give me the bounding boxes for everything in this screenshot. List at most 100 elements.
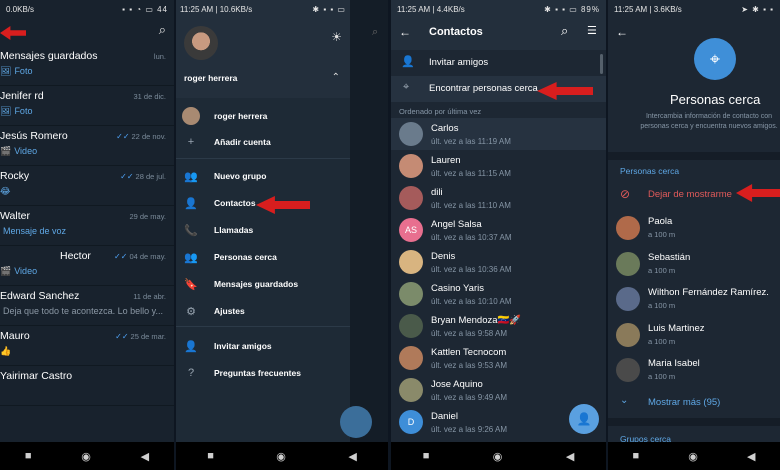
- menu-arrow-annotation: [0, 26, 26, 40]
- drawer-item-label: Nuevo grupo: [214, 171, 267, 181]
- divider: [608, 152, 780, 160]
- chat-preview-text: Video: [14, 266, 38, 276]
- drawer-item[interactable]: 👥 Personas cerca: [176, 245, 350, 269]
- chat-date: ✓✓ 25 de mar.: [115, 332, 166, 341]
- add-account-item[interactable]: + Añadir cuenta: [176, 130, 350, 154]
- back-arrow-icon[interactable]: ←: [616, 25, 628, 39]
- drawer-header: 11:25 AM | 10.6KB/s ✱ ▪ ▪ ▭ ☀ roger herr…: [176, 0, 350, 98]
- chat-date: ✓✓ 04 de may.: [114, 252, 166, 261]
- people-nearby-icon: 👥: [184, 251, 198, 264]
- drawer-item[interactable]: 🔖 Mensajes guardados: [176, 272, 350, 296]
- read-ticks-icon: ✓✓: [116, 132, 130, 141]
- bookmark-icon: 🔖: [184, 278, 198, 291]
- nav-home-icon[interactable]: ◉: [493, 450, 503, 463]
- nav-back-icon[interactable]: ◀: [747, 450, 755, 463]
- back-arrow-icon[interactable]: ←: [399, 25, 411, 39]
- read-ticks-icon: ✓✓: [115, 332, 129, 341]
- drawer-item-label: Llamadas: [214, 225, 254, 235]
- contact-row[interactable]: Denis últ. vez a las 10:36 AM: [391, 246, 606, 278]
- chat-date: [164, 372, 166, 381]
- nav-recents-icon[interactable]: ■: [633, 450, 640, 462]
- nav-back-icon[interactable]: ◀: [141, 450, 149, 463]
- nav-recents-icon[interactable]: ■: [423, 450, 430, 462]
- chat-row[interactable]: Yairimar Castro: [0, 366, 174, 406]
- nearby-person-row[interactable]: Wilthon Fernández Ramírez. a 100 m: [608, 281, 780, 317]
- contact-row[interactable]: AS Angel Salsa últ. vez a las 10:37 AM: [391, 214, 606, 246]
- contacts-panel: 11:25 AM | 4.4KB/s ✱ ▪ ▪ ▭ 89% ← Contact…: [391, 0, 606, 470]
- nav-back-icon[interactable]: ◀: [348, 450, 356, 463]
- drawer-item[interactable]: 👥 Nuevo grupo: [176, 164, 350, 188]
- avatar: [399, 154, 423, 178]
- chat-name: Yairimar Castro: [0, 370, 73, 382]
- nav-recents-icon[interactable]: ■: [207, 450, 214, 462]
- drawer-item[interactable]: ⚙ Ajustes: [176, 299, 350, 323]
- search-icon[interactable]: ⌕: [159, 22, 166, 38]
- description: Intercambia información de contacto con …: [640, 113, 778, 130]
- person-distance: a 100 m: [648, 336, 676, 346]
- nearby-person-row[interactable]: Maria Isabel a 100 m: [608, 352, 780, 388]
- media-icon: 🎬: [0, 146, 12, 156]
- status-bar: 11:25 AM | 10.6KB/s ✱ ▪ ▪ ▭: [176, 0, 350, 18]
- drawer-item-label: Mensajes guardados: [214, 279, 299, 289]
- chat-date-text: lun.: [153, 52, 166, 61]
- nav-back-icon[interactable]: ◀: [566, 450, 574, 463]
- toolbar: ⌕: [0, 18, 174, 46]
- avatar[interactable]: [184, 26, 218, 60]
- account-item[interactable]: roger herrera: [176, 104, 350, 128]
- nearby-person-row[interactable]: Sebastián a 100 m: [608, 246, 780, 282]
- nav-home-icon[interactable]: ◉: [276, 450, 286, 463]
- contact-name: Jose Aquino: [431, 379, 483, 390]
- nav-home-icon[interactable]: ◉: [688, 450, 698, 463]
- avatar: [399, 378, 423, 402]
- chat-preview: [0, 386, 3, 396]
- nearby-header: 11:25 AM | 3.6KB/s ➤ ✱ ▪ ▪ ← ⌖ Personas …: [608, 0, 780, 150]
- search-icon[interactable]: ⌕: [561, 23, 568, 39]
- chat-row[interactable]: Walter 29 de may. Mensaje de voz: [0, 206, 174, 246]
- chat-row[interactable]: Mensajes guardados lun. 🖼 Foto: [0, 46, 174, 86]
- contact-row[interactable]: Jose Aquino últ. vez a las 9:49 AM: [391, 374, 606, 406]
- nearby-person-row[interactable]: Paola a 100 m: [608, 210, 780, 246]
- chat-row[interactable]: Jenifer rd 31 de dic. 🖼 Foto: [0, 86, 174, 126]
- drawer-item[interactable]: 👤 Invitar amigos: [176, 334, 350, 358]
- add-contact-fab[interactable]: 👤: [569, 404, 599, 434]
- gear-icon: ⚙: [186, 305, 196, 318]
- contact-last-seen: últ. vez a las 9:26 AM: [431, 425, 508, 434]
- scrollbar[interactable]: [600, 54, 603, 74]
- chat-row[interactable]: Jesús Romero ✓✓ 22 de nov. 🎬 Video: [0, 126, 174, 166]
- contact-last-seen: últ. vez a las 9:58 AM: [431, 329, 508, 338]
- chat-row[interactable]: Rocky ✓✓ 28 de jul. 😂: [0, 166, 174, 206]
- chat-row[interactable]: Hector ✓✓ 04 de may. 🎬 Video: [0, 246, 174, 286]
- chat-row[interactable]: Edward Sanchez 11 de abr. Deja que todo te…: [0, 286, 174, 326]
- chat-preview: Mensaje de voz: [0, 226, 66, 236]
- avatar: [399, 250, 423, 274]
- chat-name: Jesús Romero: [0, 130, 68, 142]
- contact-row[interactable]: Casino Yaris últ. vez a las 10:10 AM: [391, 278, 606, 310]
- status-time: 11:25 AM | 10.6KB/s: [180, 4, 253, 14]
- contact-last-seen: últ. vez a las 9:49 AM: [431, 393, 508, 402]
- theme-toggle-icon[interactable]: ☀: [331, 30, 342, 44]
- drawer-item-label: Invitar amigos: [214, 341, 272, 351]
- contact-name: Daniel: [431, 411, 458, 422]
- contact-row[interactable]: Kattlen Tecnocom últ. vez a las 9:53 AM: [391, 342, 606, 374]
- drawer-item[interactable]: ? Preguntas frecuentes: [176, 361, 350, 385]
- chevron-up-icon[interactable]: ⌃: [332, 72, 340, 83]
- drawer-item[interactable]: 📞 Llamadas: [176, 218, 350, 242]
- nav-recents-icon[interactable]: ■: [25, 450, 32, 462]
- drawer-item-label: Preguntas frecuentes: [214, 368, 301, 378]
- read-ticks-icon: ✓✓: [120, 172, 134, 181]
- invite-friends-row[interactable]: 👤 Invitar amigos: [391, 50, 606, 76]
- chat-row[interactable]: Mauro ✓✓ 25 de mar. 👍: [0, 326, 174, 366]
- show-more-row[interactable]: ⌄ Mostrar más (95): [608, 392, 780, 414]
- chat-name: Edward Sanchez: [0, 290, 80, 302]
- sort-icon[interactable]: ☰: [587, 24, 597, 37]
- plus-icon: +: [187, 136, 195, 148]
- contact-row[interactable]: Carlos últ. vez a las 11:19 AM: [391, 118, 606, 150]
- contact-row[interactable]: Bryan Mendoza🇻🇪🚀 últ. vez a las 9:58 AM: [391, 310, 606, 342]
- nearby-person-row[interactable]: Luis Martinez a 100 m: [608, 317, 780, 353]
- chat-date-text: 04 de may.: [129, 252, 166, 261]
- media-icon: 😂: [0, 186, 11, 196]
- nav-home-icon[interactable]: ◉: [81, 450, 91, 463]
- contact-row[interactable]: Lauren últ. vez a las 11:15 AM: [391, 150, 606, 182]
- person-distance: a 100 m: [648, 301, 676, 310]
- contact-row[interactable]: dili últ. vez a las 11:10 AM: [391, 182, 606, 214]
